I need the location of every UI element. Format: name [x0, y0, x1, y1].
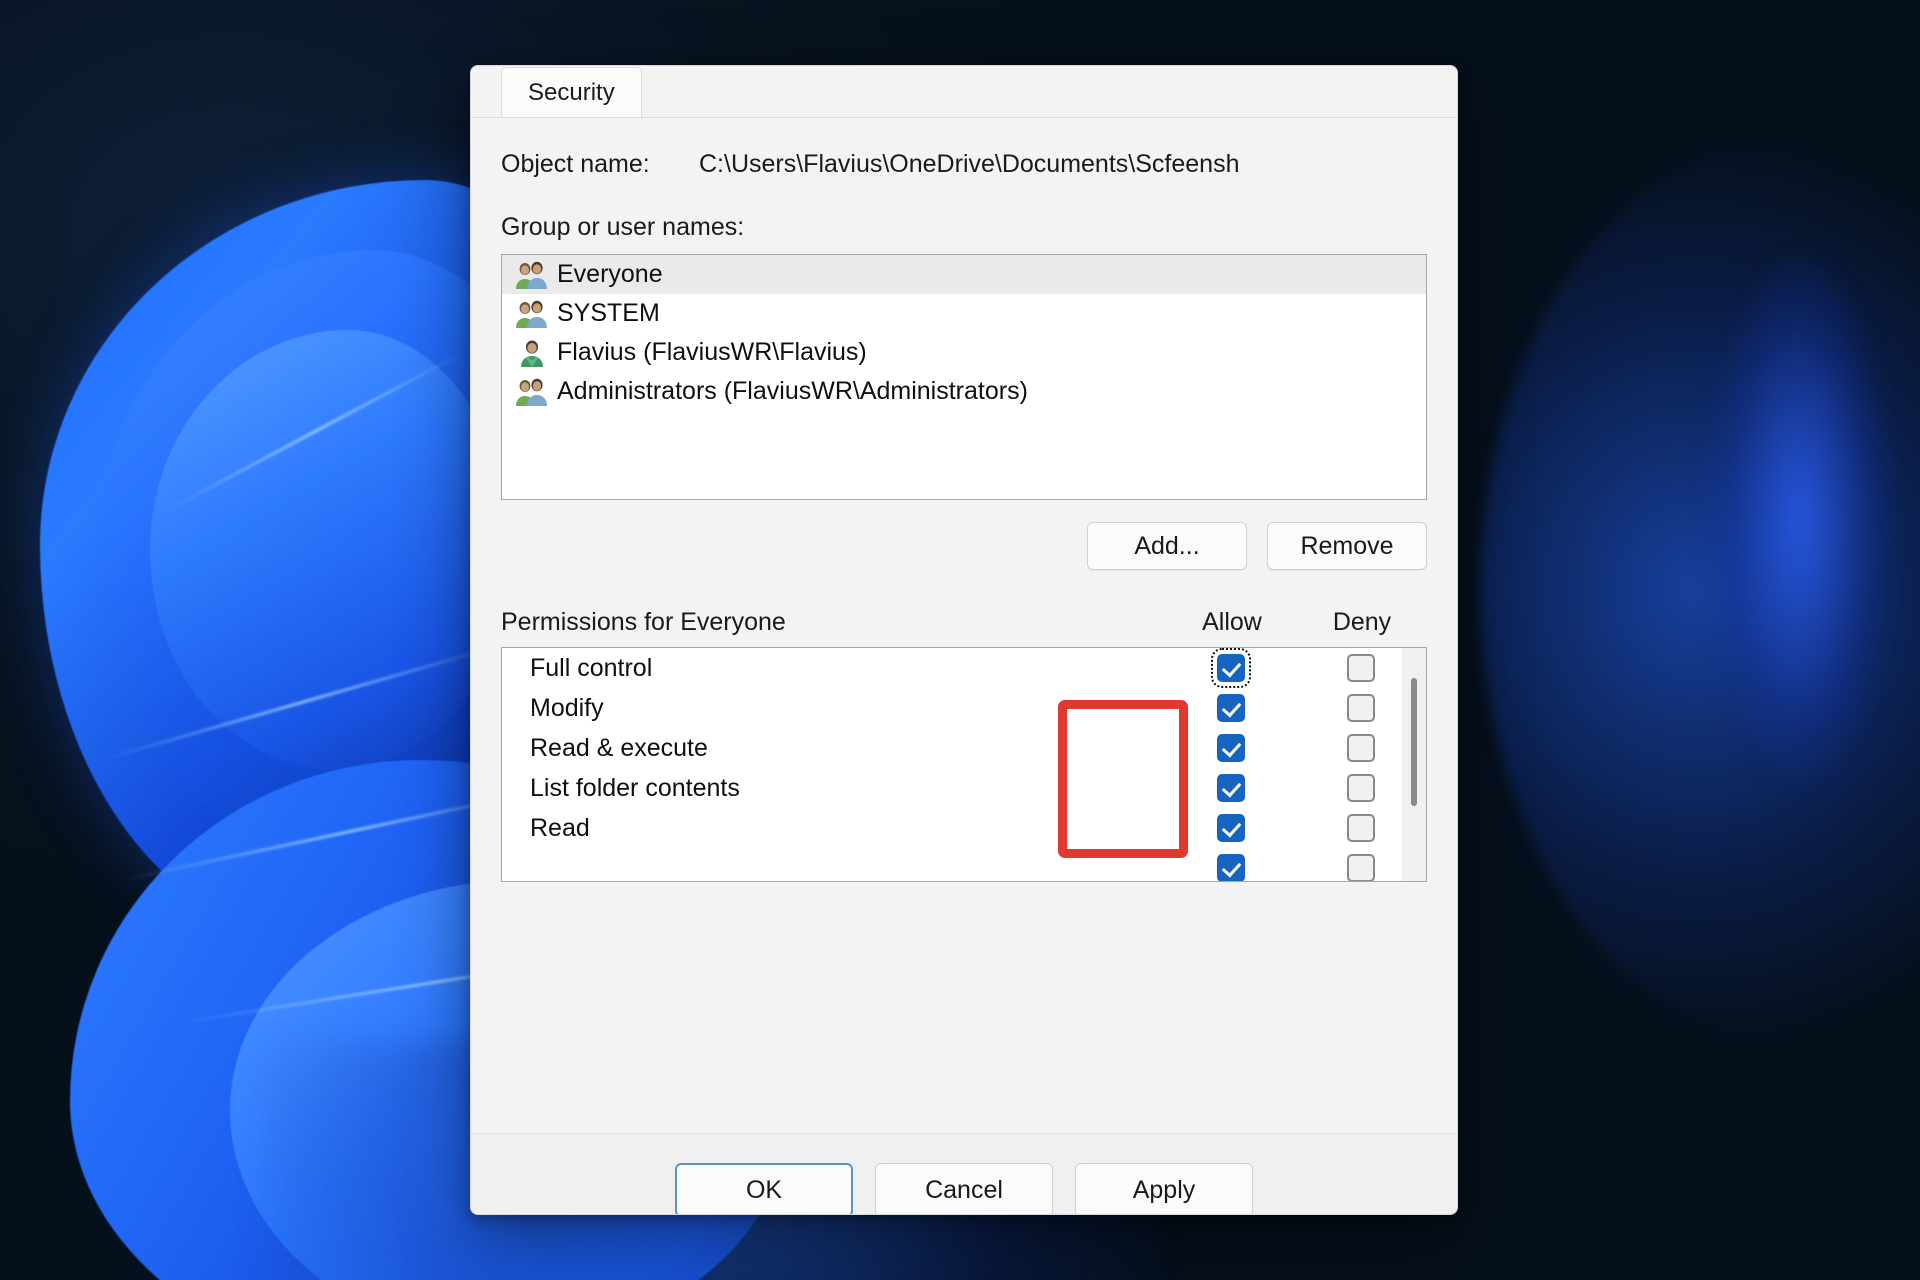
permission-name: Full control [530, 653, 653, 682]
permission-row-partial [502, 848, 1426, 881]
deny-checkbox[interactable] [1347, 694, 1375, 722]
cancel-button[interactable]: Cancel [875, 1163, 1053, 1214]
deny-checkbox[interactable] [1347, 654, 1375, 682]
deny-checkbox[interactable] [1347, 814, 1375, 842]
permission-row: Full control [502, 648, 1426, 688]
security-properties-dialog: Security Object name: C:\Users\Flavius\O… [470, 65, 1458, 1215]
apply-button[interactable]: Apply [1075, 1163, 1253, 1214]
group-list-item-label: Administrators (FlaviusWR\Administrators… [557, 377, 1028, 405]
permission-row: Modify [502, 688, 1426, 728]
allow-cell[interactable] [1166, 814, 1296, 842]
tab-security[interactable]: Security [501, 67, 642, 117]
group-list-item[interactable]: Flavius (FlaviusWR\Flavius) [502, 333, 1426, 372]
single-user-icon [516, 338, 548, 368]
group-list-item-label: Flavius (FlaviusWR\Flavius) [557, 338, 867, 366]
group-list-item[interactable]: Everyone [502, 255, 1426, 294]
group-actions-row: Add... Remove [501, 522, 1427, 570]
allow-checkbox[interactable] [1217, 854, 1245, 881]
allow-column-header: Allow [1202, 608, 1262, 636]
deny-column-header: Deny [1332, 608, 1392, 636]
permission-name: Read & execute [530, 733, 708, 762]
dialog-footer: OK Cancel Apply [471, 1133, 1457, 1214]
object-name-value: C:\Users\Flavius\OneDrive\Documents\Scfe… [699, 150, 1240, 178]
allow-checkbox[interactable] [1217, 814, 1245, 842]
permission-name: Modify [530, 693, 604, 722]
allow-cell[interactable] [1166, 648, 1296, 688]
add-button[interactable]: Add... [1087, 522, 1247, 570]
permission-name: List folder contents [530, 773, 740, 802]
allow-checkbox[interactable] [1211, 648, 1251, 688]
tab-strip: Security [471, 66, 1457, 118]
group-users-icon [516, 299, 548, 329]
wallpaper-right-glow-inner [1710, 260, 1890, 780]
allow-checkbox[interactable] [1217, 734, 1245, 762]
group-list-item-label: Everyone [557, 260, 663, 288]
permission-row: Read & execute [502, 728, 1426, 768]
permissions-rows-container: Full control Modify Read & execute List fol… [502, 648, 1426, 881]
deny-checkbox[interactable] [1347, 734, 1375, 762]
allow-cell[interactable] [1166, 734, 1296, 762]
group-or-user-names-label: Group or user names: [501, 213, 745, 241]
allow-checkbox[interactable] [1217, 774, 1245, 802]
permission-name: Read [530, 813, 590, 842]
group-list-item[interactable]: SYSTEM [502, 294, 1426, 333]
deny-checkbox[interactable] [1347, 854, 1375, 881]
allow-checkbox[interactable] [1217, 694, 1245, 722]
group-list-item-label: SYSTEM [557, 299, 660, 327]
remove-button[interactable]: Remove [1267, 522, 1427, 570]
permissions-title: Permissions for Everyone [501, 608, 786, 636]
allow-cell[interactable] [1166, 854, 1296, 881]
group-users-icon [516, 260, 548, 290]
group-users-icon [516, 377, 548, 407]
group-list-item[interactable]: Administrators (FlaviusWR\Administrators… [502, 372, 1426, 411]
group-or-user-names-listbox[interactable]: Everyone SYSTEM Flavius (FlaviusWR\Flavius… [501, 254, 1427, 500]
allow-cell[interactable] [1166, 694, 1296, 722]
object-name-label: Object name: [501, 150, 650, 178]
permissions-header: Permissions for Everyone Allow Deny [501, 608, 1427, 637]
permission-row: List folder contents [502, 768, 1426, 808]
ok-button[interactable]: OK [675, 1163, 853, 1214]
deny-checkbox[interactable] [1347, 774, 1375, 802]
permissions-listbox[interactable]: Full control Modify Read & execute List fol… [501, 647, 1427, 882]
allow-cell[interactable] [1166, 774, 1296, 802]
object-name-row: Object name: C:\Users\Flavius\OneDrive\D… [501, 150, 1427, 179]
permissions-scrollbar-thumb[interactable] [1411, 678, 1417, 806]
permission-row: Read [502, 808, 1426, 848]
dialog-body: Object name: C:\Users\Flavius\OneDrive\D… [471, 150, 1457, 1214]
